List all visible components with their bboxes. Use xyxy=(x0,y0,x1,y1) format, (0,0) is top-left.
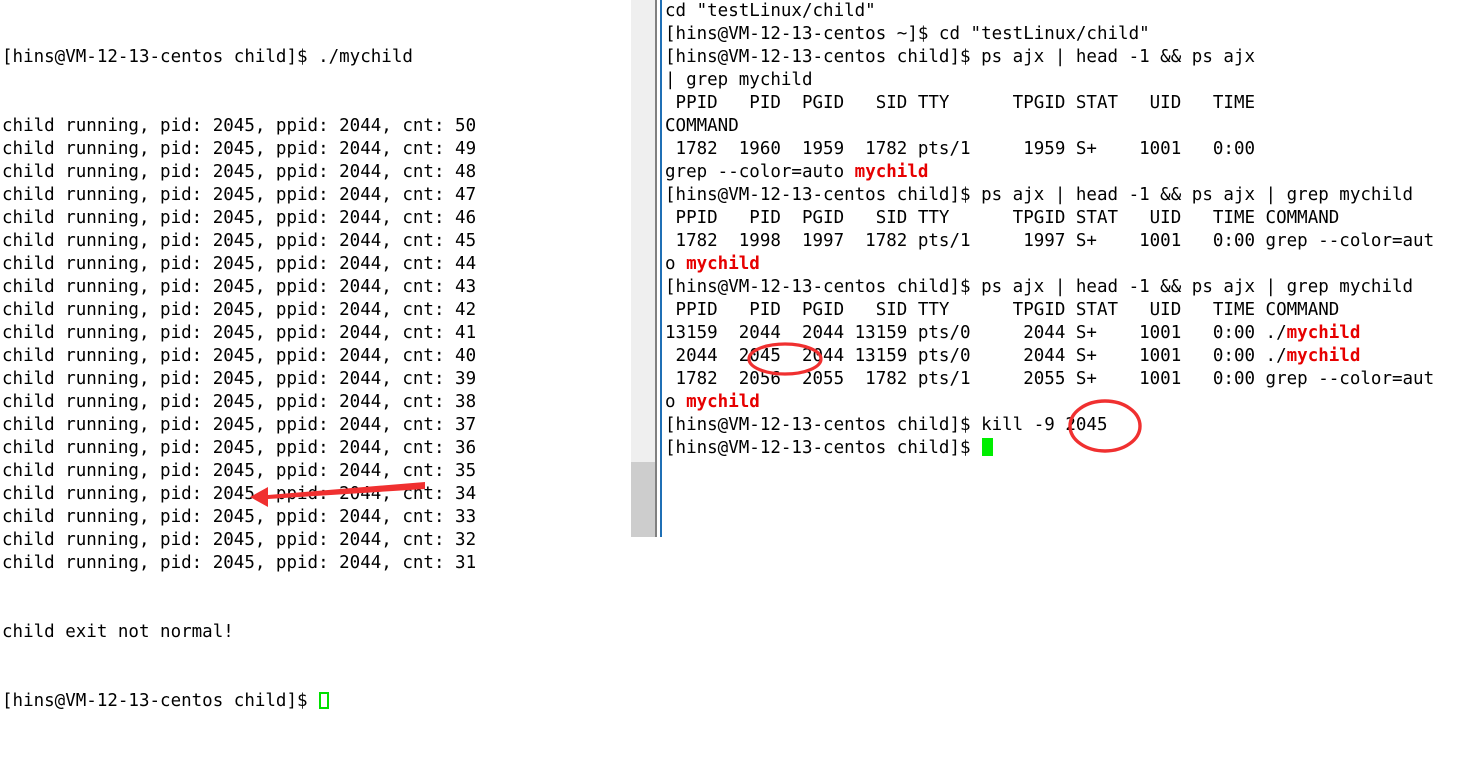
terminal-text: PPID PID PGID SID TTY TPGID STAT UID TIM… xyxy=(665,93,1256,113)
child-running-line: child running, pid: 2045, ppid: 2044, cn… xyxy=(2,392,477,412)
terminal-line: cd "testLinux/child" xyxy=(665,0,1473,23)
terminal-line: o mychild xyxy=(665,253,1473,276)
child-running-line: child running, pid: 2045, ppid: 2044, cn… xyxy=(2,231,477,251)
right-terminal-pane[interactable]: cd "testLinux/child" [hins@VM-12-13-cento… xyxy=(665,0,1473,537)
terminal-text: 1782 2056 2055 1782 pts/1 2055 S+ 1001 0… xyxy=(665,369,1435,389)
terminal-text: | grep mychild xyxy=(665,70,813,90)
child-running-line: child running, pid: 2045, ppid: 2044, cn… xyxy=(2,346,477,366)
terminal-text: 1782 1998 1997 1782 pts/1 1997 S+ 1001 0… xyxy=(665,231,1435,251)
terminal-text: COMMAND xyxy=(665,116,739,136)
terminal-text: o xyxy=(665,392,687,412)
child-running-output: child running, pid: 2045, ppid: 2044, cn… xyxy=(2,115,622,575)
left-final-prompt: [hins@VM-12-13-centos child]$ xyxy=(2,690,622,713)
terminal-line: 1782 1998 1997 1782 pts/1 1997 S+ 1001 0… xyxy=(665,230,1473,253)
divider-line-gray xyxy=(655,0,657,537)
screenshot-root: [hins@VM-12-13-centos child]$ ./mychild … xyxy=(0,0,1473,711)
scrollbar-thumb[interactable] xyxy=(631,462,655,537)
child-running-line: child running, pid: 2045, ppid: 2044, cn… xyxy=(2,277,477,297)
child-running-line: child running, pid: 2045, ppid: 2044, cn… xyxy=(2,438,477,458)
terminal-line: [hins@VM-12-13-centos ~]$ cd "testLinux/… xyxy=(665,23,1473,46)
terminal-text: [hins@VM-12-13-centos child]$ ps ajx | h… xyxy=(665,185,1414,205)
terminal-text: [hins@VM-12-13-centos child]$ ps ajx | h… xyxy=(665,47,1256,67)
child-running-line: child running, pid: 2045, ppid: 2044, cn… xyxy=(2,507,477,527)
child-running-line: child running, pid: 2045, ppid: 2044, cn… xyxy=(2,553,477,573)
child-running-line: child running, pid: 2045, ppid: 2044, cn… xyxy=(2,530,477,550)
child-running-line: child running, pid: 2045, ppid: 2044, cn… xyxy=(2,461,477,481)
terminal-text: PPID PID PGID SID TTY TPGID STAT UID TIM… xyxy=(665,300,1340,320)
grep-match-highlight: mychild xyxy=(854,162,929,182)
terminal-line: [hins@VM-12-13-centos child]$ ps ajx | h… xyxy=(665,184,1473,207)
child-running-line: child running, pid: 2045, ppid: 2044, cn… xyxy=(2,415,477,435)
terminal-text: [hins@VM-12-13-centos child]$ xyxy=(665,438,982,458)
terminal-line: 1782 2056 2055 1782 pts/1 2055 S+ 1001 0… xyxy=(665,368,1473,391)
terminal-line: PPID PID PGID SID TTY TPGID STAT UID TIM… xyxy=(665,299,1473,322)
terminal-text: PPID PID PGID SID TTY TPGID STAT UID TIM… xyxy=(665,208,1340,228)
terminal-line: 13159 2044 2044 13159 pts/0 2044 S+ 1001… xyxy=(665,322,1473,345)
terminal-line: 2044 2045 2044 13159 pts/0 2044 S+ 1001 … xyxy=(665,345,1473,368)
text-cursor-solid xyxy=(982,438,994,456)
command-line: [hins@VM-12-13-centos child]$ ./mychild xyxy=(2,47,413,67)
terminal-text: 13159 2044 2044 13159 pts/0 2044 S+ 1001… xyxy=(665,323,1287,343)
pane-divider xyxy=(631,0,665,537)
grep-match-highlight: mychild xyxy=(686,254,760,274)
terminal-line: grep --color=auto mychild xyxy=(665,161,1473,184)
grep-match-highlight: mychild xyxy=(1286,346,1361,366)
terminal-text: 1782 1960 1959 1782 pts/1 1959 S+ 1001 0… xyxy=(665,139,1266,159)
child-running-line: child running, pid: 2045, ppid: 2044, cn… xyxy=(2,323,477,343)
terminal-text: o xyxy=(665,254,687,274)
child-running-line: child running, pid: 2045, ppid: 2044, cn… xyxy=(2,300,477,320)
child-running-line: child running, pid: 2045, ppid: 2044, cn… xyxy=(2,484,477,504)
terminal-line: PPID PID PGID SID TTY TPGID STAT UID TIM… xyxy=(665,207,1473,230)
terminal-line: PPID PID PGID SID TTY TPGID STAT UID TIM… xyxy=(665,92,1473,115)
grep-match-highlight: mychild xyxy=(686,392,760,412)
terminal-line: COMMAND xyxy=(665,115,1473,138)
terminal-text: grep --color=auto xyxy=(665,162,855,182)
left-terminal-pane[interactable]: [hins@VM-12-13-centos child]$ ./mychild … xyxy=(2,0,622,711)
terminal-line: 1782 1960 1959 1782 pts/1 1959 S+ 1001 0… xyxy=(665,138,1473,161)
terminal-text: 2044 2045 2044 13159 pts/0 2044 S+ 1001 … xyxy=(665,346,1287,366)
divider-line-blue xyxy=(660,0,662,537)
terminal-line: | grep mychild xyxy=(665,69,1473,92)
child-running-line: child running, pid: 2045, ppid: 2044, cn… xyxy=(2,162,477,182)
terminal-line: [hins@VM-12-13-centos child]$ xyxy=(665,437,1473,460)
prompt-text: [hins@VM-12-13-centos child]$ xyxy=(2,691,319,711)
text-cursor-hollow xyxy=(319,692,330,709)
child-running-line: child running, pid: 2045, ppid: 2044, cn… xyxy=(2,254,477,274)
grep-match-highlight: mychild xyxy=(1286,323,1361,343)
terminal-line: [hins@VM-12-13-centos child]$ kill -9 20… xyxy=(665,414,1473,437)
exit-message: child exit not normal! xyxy=(2,622,234,642)
terminal-text: [hins@VM-12-13-centos child]$ ps ajx | h… xyxy=(665,277,1414,297)
terminal-text: [hins@VM-12-13-centos child]$ kill -9 20… xyxy=(665,415,1108,435)
terminal-line: [hins@VM-12-13-centos child]$ ps ajx | h… xyxy=(665,46,1473,69)
child-running-line: child running, pid: 2045, ppid: 2044, cn… xyxy=(2,139,477,159)
child-running-line: child running, pid: 2045, ppid: 2044, cn… xyxy=(2,208,477,228)
child-running-line: child running, pid: 2045, ppid: 2044, cn… xyxy=(2,185,477,205)
child-running-line: child running, pid: 2045, ppid: 2044, cn… xyxy=(2,116,477,136)
terminal-line: o mychild xyxy=(665,391,1473,414)
terminal-line: [hins@VM-12-13-centos child]$ ps ajx | h… xyxy=(665,276,1473,299)
terminal-text: cd "testLinux/child" xyxy=(665,1,876,21)
scrollbar-track[interactable] xyxy=(631,0,655,537)
terminal-text: [hins@VM-12-13-centos ~]$ cd "testLinux/… xyxy=(665,24,1150,44)
child-running-line: child running, pid: 2045, ppid: 2044, cn… xyxy=(2,369,477,389)
